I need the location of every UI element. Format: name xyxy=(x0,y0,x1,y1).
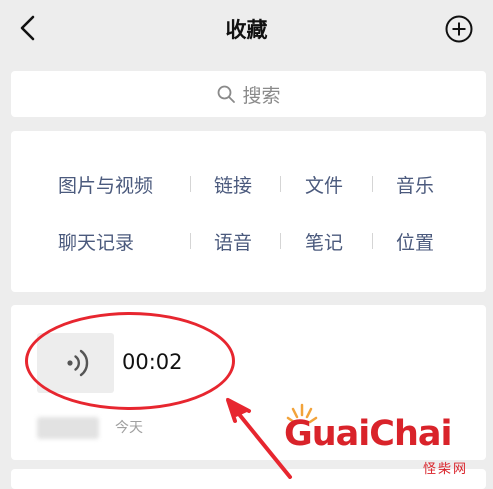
search-content: 搜索 xyxy=(11,71,486,117)
search-bar[interactable]: 搜索 xyxy=(11,71,486,117)
favorite-date: 今天 xyxy=(115,420,143,436)
category-links[interactable]: 链接 xyxy=(214,171,252,198)
source-name-blurred xyxy=(37,417,99,439)
category-notes[interactable]: 笔记 xyxy=(305,228,343,255)
category-photos-videos[interactable]: 图片与视频 xyxy=(58,171,153,198)
watermark-subtitle: 怪柴网 xyxy=(423,462,469,477)
watermark-brand: GuaiChai xyxy=(284,414,452,454)
separator xyxy=(190,176,191,192)
separator xyxy=(372,233,373,249)
highlight-ellipse xyxy=(25,312,235,410)
add-button[interactable] xyxy=(444,14,474,44)
watermark-logo: GuaiChai 怪柴网 xyxy=(284,398,489,479)
separator xyxy=(280,233,281,249)
search-placeholder: 搜索 xyxy=(242,84,281,107)
category-voice[interactable]: 语音 xyxy=(214,228,252,255)
category-panel: 图片与视频 链接 文件 音乐 聊天记录 语音 笔记 位置 xyxy=(11,131,486,292)
search-icon xyxy=(218,85,236,103)
separator xyxy=(280,176,281,192)
separator xyxy=(372,176,373,192)
category-location[interactable]: 位置 xyxy=(396,228,434,255)
category-music[interactable]: 音乐 xyxy=(396,171,434,198)
category-chat-history[interactable]: 聊天记录 xyxy=(58,228,134,255)
top-bar: 收藏 xyxy=(0,0,493,58)
page-title: 收藏 xyxy=(225,18,268,42)
plus-circle-icon xyxy=(445,15,473,43)
category-files[interactable]: 文件 xyxy=(305,171,343,198)
separator xyxy=(190,233,191,249)
